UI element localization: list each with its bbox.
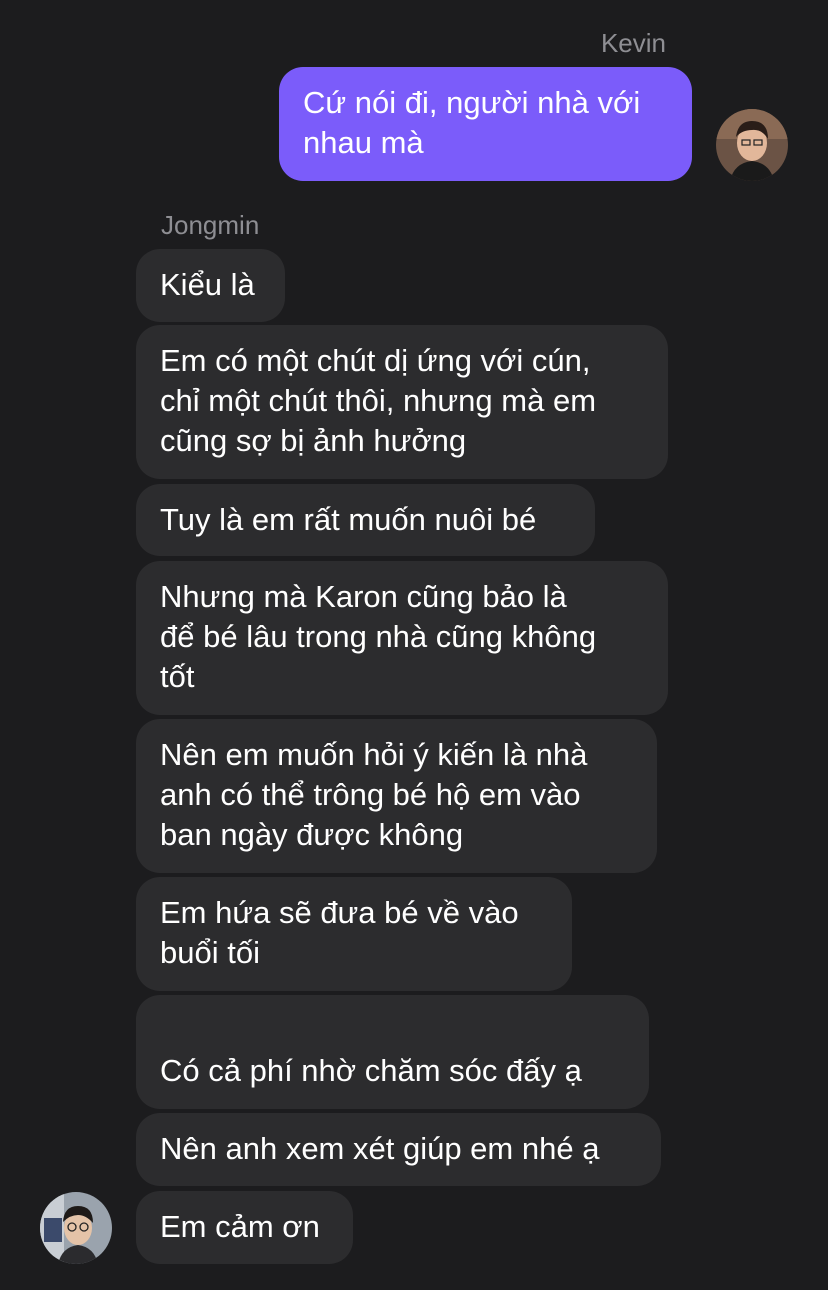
outgoing-sender-name: Kevin	[600, 28, 666, 58]
incoming-message-bubble[interactable]: Nên anh xem xét giúp em nhé ạ	[136, 1113, 661, 1186]
incoming-message-bubble[interactable]: Có cả phí nhờ chăm sóc đấy ạ	[136, 995, 649, 1167]
kevin-avatar[interactable]	[716, 109, 788, 181]
person-avatar-icon	[716, 109, 788, 181]
incoming-sender-name: Jongmin	[161, 210, 260, 240]
incoming-message-bubble[interactable]: Nhưng mà Karon cũng bảo là để bé lâu tro…	[136, 561, 668, 715]
incoming-message-bubble[interactable]: Tuy là em rất muốn nuôi bé	[136, 484, 595, 556]
outgoing-message-bubble[interactable]: Cứ nói đi, người nhà với nhau mà	[279, 67, 692, 181]
jongmin-avatar[interactable]	[40, 1192, 112, 1264]
incoming-message-bubble[interactable]: Em cảm ơn	[136, 1191, 353, 1264]
incoming-message-bubble[interactable]: Em hứa sẽ đưa bé về vào buổi tối	[136, 877, 572, 991]
message-text: Có cả phí nhờ chăm sóc đấy ạ	[160, 1053, 582, 1088]
incoming-message-bubble[interactable]: Kiểu là	[136, 249, 285, 322]
incoming-message-bubble[interactable]: Em có một chút dị ứng với cún, chỉ một c…	[136, 325, 668, 479]
person-avatar-icon	[40, 1192, 112, 1264]
incoming-message-bubble[interactable]: Nên em muốn hỏi ý kiến là nhà anh có thể…	[136, 719, 657, 873]
